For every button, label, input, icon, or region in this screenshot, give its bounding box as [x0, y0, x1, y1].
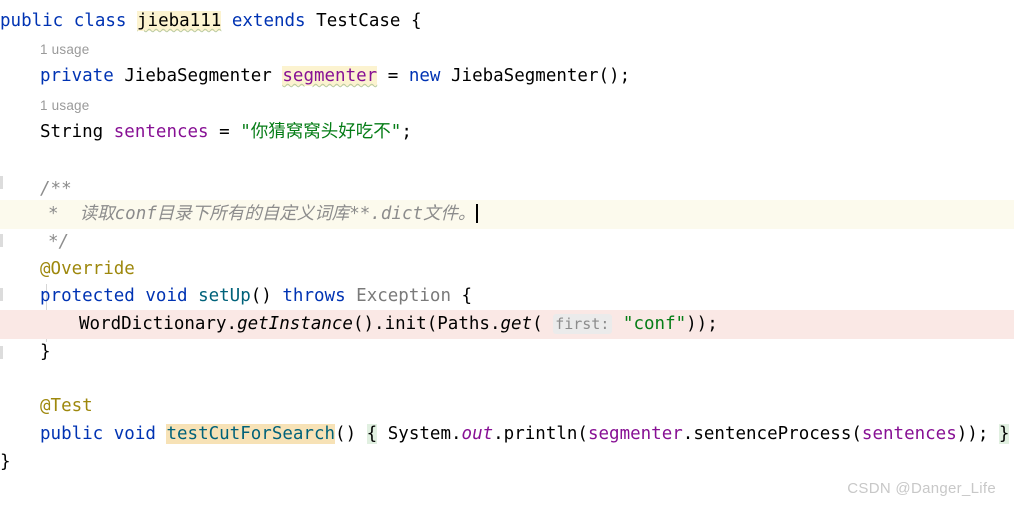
close-brace: } [0, 452, 11, 472]
code-line-setup-signature[interactable]: protected void setUp() throws Exception … [0, 282, 1014, 311]
string-literal-chinese[interactable]: "你猜窝窝头好吃不" [240, 122, 401, 142]
javadoc-close: */ [48, 232, 70, 252]
open-paren: ( [532, 314, 543, 334]
method-name-testcutforsearch[interactable]: testCutForSearch [166, 424, 336, 444]
close-parens-semicolon: )); [686, 314, 718, 334]
close-parens-semicolon: )); [956, 424, 989, 444]
keyword-protected: protected [40, 286, 135, 306]
matched-close-brace: } [998, 424, 1010, 444]
keyword-public: public [40, 424, 104, 444]
open-brace: { [461, 286, 473, 306]
field-reference-segmenter[interactable]: segmenter [588, 424, 683, 444]
method-getinstance[interactable]: getInstance [237, 314, 353, 334]
inlay-hint-usage[interactable]: 1 usage [40, 95, 89, 117]
parentheses-dot: (). [352, 314, 385, 334]
javadoc-open: /** [40, 179, 72, 199]
assign-operator: = [387, 66, 399, 86]
keyword-void: void [113, 424, 156, 444]
keyword-void: void [145, 286, 188, 306]
parameter-hint-first[interactable]: first: [553, 314, 613, 334]
code-line-testcutforsearch[interactable]: public void testCutForSearch() { System.… [0, 420, 1014, 449]
open-brace: { [411, 11, 422, 31]
method-get[interactable]: get [500, 314, 532, 334]
keyword-extends: extends [231, 11, 306, 31]
method-println[interactable]: .println( [493, 424, 588, 444]
annotation-test[interactable]: @Test [40, 396, 93, 416]
code-line-class-close[interactable]: } [0, 448, 1014, 477]
code-line-setup-close[interactable]: } [0, 338, 1014, 367]
constructor-jiebasegmenter[interactable]: JiebaSegmenter(); [451, 66, 630, 86]
field-name-sentences[interactable]: sentences [114, 122, 209, 142]
matched-open-brace: { [366, 424, 378, 444]
field-reference-sentences[interactable]: sentences [862, 424, 957, 444]
superclass-testcase[interactable]: TestCase [316, 11, 400, 31]
string-literal-conf[interactable]: "conf" [623, 314, 686, 334]
method-sentenceprocess[interactable]: .sentenceProcess( [683, 424, 862, 444]
class-worddictionary[interactable]: WordDictionary [79, 314, 227, 334]
keyword-throws: throws [282, 286, 346, 306]
class-name-jieba111[interactable]: jieba111 [137, 11, 222, 31]
code-line-worddictionary-init[interactable]: WordDictionary.getInstance().init(Paths.… [0, 310, 1014, 339]
code-line-field-segmenter[interactable]: private JiebaSegmenter segmenter = new J… [0, 62, 1014, 91]
code-line-annotation-override[interactable]: @Override [0, 255, 1014, 284]
javadoc-text[interactable]: 读取conf目录下所有的自定义词库**.dict文件。 [80, 204, 476, 224]
method-name-setup[interactable]: setUp [198, 286, 251, 306]
annotation-override[interactable]: @Override [40, 259, 135, 279]
type-string[interactable]: String [40, 122, 103, 142]
class-system[interactable]: System. [388, 424, 462, 444]
csdn-watermark: CSDN @Danger_Life [847, 480, 996, 497]
semicolon: ; [401, 122, 412, 142]
method-init[interactable]: init( [385, 314, 438, 334]
keyword-new: new [408, 66, 441, 86]
inlay-hint-usage[interactable]: 1 usage [40, 39, 89, 61]
keyword-public: public [0, 11, 64, 31]
keyword-class: class [73, 11, 127, 31]
code-line-javadoc-close[interactable]: */ [0, 228, 1014, 257]
code-editor[interactable]: public class jieba111 extends TestCase {… [0, 0, 1014, 505]
assign-operator: = [219, 122, 230, 142]
code-line-field-sentences[interactable]: String sentences = "你猜窝窝头好吃不"; [0, 118, 1014, 147]
parentheses: () [250, 286, 272, 306]
code-line-javadoc-body[interactable]: * 读取conf目录下所有的自定义词库**.dict文件。 [0, 200, 1014, 229]
parentheses: () [335, 424, 357, 444]
class-paths[interactable]: Paths. [437, 314, 500, 334]
javadoc-star: * [48, 204, 59, 224]
code-line-class-declaration[interactable]: public class jieba111 extends TestCase { [0, 7, 1014, 36]
code-line-annotation-test[interactable]: @Test [0, 392, 1014, 421]
close-brace: } [40, 342, 51, 362]
text-caret [475, 204, 478, 223]
type-jiebasegmenter[interactable]: JiebaSegmenter [124, 66, 272, 86]
field-out[interactable]: out [462, 424, 494, 444]
dot: . [226, 314, 238, 334]
keyword-private: private [40, 66, 114, 86]
type-exception[interactable]: Exception [356, 286, 451, 306]
field-name-segmenter[interactable]: segmenter [282, 66, 378, 86]
